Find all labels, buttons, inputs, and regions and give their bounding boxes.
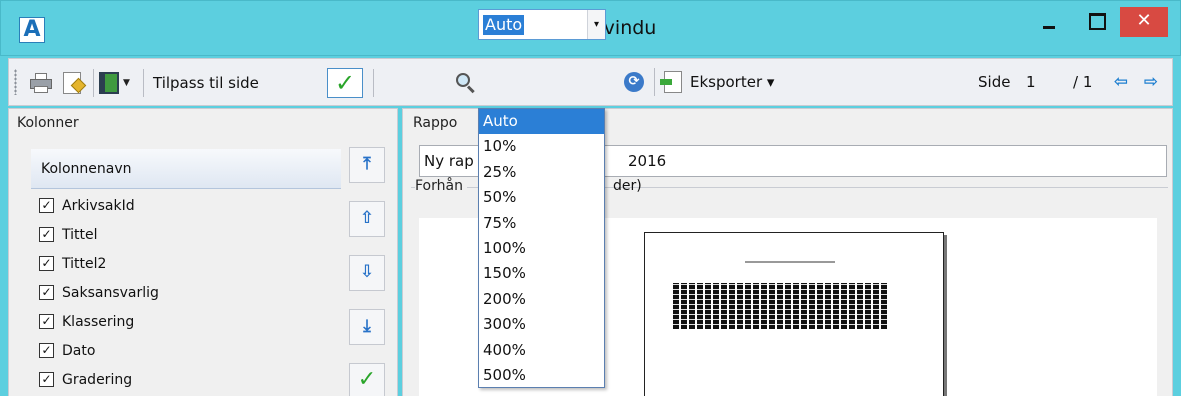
checkbox[interactable]: ✓	[39, 314, 54, 329]
report-name-prefix: Ny rap	[424, 152, 474, 170]
column-list-header[interactable]: Kolonnenavn	[31, 149, 341, 189]
refresh-button[interactable]: ⟳	[624, 67, 650, 97]
list-item-label: Saksansvarlig	[62, 284, 159, 301]
list-item[interactable]: ✓ Tittel	[39, 220, 339, 249]
toolbar-separator	[143, 69, 144, 97]
layout-dropdown-button[interactable]: ▼	[99, 68, 139, 98]
fit-to-page-label: Tilpass til side	[153, 74, 259, 92]
zoom-option[interactable]: 400%	[479, 338, 604, 363]
zoom-option[interactable]: 10%	[479, 134, 604, 159]
zoom-value[interactable]: Auto	[483, 15, 525, 35]
columns-panel: Kolonner Kolonnenavn ✓ ArkivsakId ✓ Tittel…	[8, 108, 398, 396]
zoom-option[interactable]: 50%	[479, 185, 604, 210]
zoom-option[interactable]: 25%	[479, 160, 604, 185]
zoom-option[interactable]: 75%	[479, 211, 604, 236]
list-item-label: Klassering	[62, 313, 135, 330]
zoom-combobox[interactable]: Auto ▾	[478, 9, 606, 40]
zoom-option[interactable]: 100%	[479, 236, 604, 261]
preview-page-title	[745, 261, 835, 263]
toolbar-separator	[373, 69, 374, 97]
fit-to-page-toggle[interactable]: ✓	[327, 68, 363, 98]
zoom-button[interactable]	[455, 68, 481, 98]
list-item-label: Gradering	[62, 371, 133, 388]
zoom-option[interactable]: 150%	[479, 261, 604, 286]
zoom-dropdown-list: Auto 10% 25% 50% 75% 100% 150% 200% 300%…	[478, 108, 605, 388]
list-item[interactable]: ✓ Tittel2	[39, 249, 339, 278]
chevron-down-icon[interactable]: ▾	[587, 10, 605, 39]
printer-icon	[29, 73, 53, 93]
list-item-label: Tittel	[62, 226, 98, 243]
list-item-label: Dato	[62, 342, 96, 359]
magnifier-icon	[455, 73, 475, 94]
checkbox[interactable]: ✓	[39, 343, 54, 358]
list-item[interactable]: ✓ Dato	[39, 336, 339, 365]
minimize-button[interactable]	[1026, 7, 1072, 37]
page-number-input[interactable]: 1	[1026, 67, 1066, 97]
report-group-label: Rappo	[413, 115, 462, 131]
export-icon	[660, 71, 682, 93]
preview-group-label: Forhån	[415, 178, 467, 194]
zoom-option[interactable]: Auto	[479, 109, 604, 135]
toolbar-separator	[93, 69, 94, 97]
checkbox[interactable]: ✓	[39, 227, 54, 242]
apply-columns-button[interactable]: ✓	[349, 363, 385, 396]
move-down-button[interactable]: ⇩	[349, 255, 385, 291]
checkbox[interactable]: ✓	[39, 372, 54, 387]
list-item-label: Tittel2	[62, 255, 107, 272]
page-setup-icon	[63, 72, 81, 94]
prev-page-button[interactable]: ⇦	[1110, 67, 1132, 97]
move-bottom-button[interactable]: ⤓	[349, 309, 385, 345]
close-button[interactable]: ✕	[1120, 7, 1168, 37]
refresh-icon: ⟳	[624, 72, 644, 92]
list-item[interactable]: ✓ Saksansvarlig	[39, 278, 339, 307]
preview-group-label-suffix: der)	[613, 178, 642, 194]
toolbar: ▼ Tilpass til side ✓	[8, 58, 1173, 106]
column-list: ✓ ArkivsakId ✓ Tittel ✓ Tittel2 ✓ Saksansvar…	[39, 191, 339, 394]
chevron-down-icon: ▼	[123, 78, 130, 88]
zoom-option[interactable]: 300%	[479, 312, 604, 337]
move-top-button[interactable]: ⤒	[349, 147, 385, 183]
checkbox[interactable]: ✓	[39, 256, 54, 271]
preview-page	[644, 232, 944, 396]
zoom-option[interactable]: 200%	[479, 287, 604, 312]
checkbox[interactable]: ✓	[39, 198, 54, 213]
list-item[interactable]: ✓ Gradering	[39, 365, 339, 394]
export-label: Eksporter ▾	[690, 73, 775, 91]
page-setup-button[interactable]	[63, 68, 89, 98]
columns-group-label: Kolonner	[17, 115, 83, 131]
list-item[interactable]: ✓ Klassering	[39, 307, 339, 336]
move-up-button[interactable]: ⇧	[349, 201, 385, 237]
layout-icon	[99, 72, 119, 94]
print-button[interactable]	[29, 68, 59, 98]
preview-table	[673, 283, 889, 329]
list-item[interactable]: ✓ ArkivsakId	[39, 191, 339, 220]
maximize-button[interactable]	[1073, 7, 1119, 37]
toolbar-grip[interactable]	[14, 69, 17, 95]
next-page-button[interactable]: ⇨	[1140, 67, 1162, 97]
export-button[interactable]: Eksporter ▾	[660, 67, 775, 97]
checkbox[interactable]: ✓	[39, 285, 54, 300]
zoom-option[interactable]: 500%	[479, 363, 604, 388]
list-item-label: ArkivsakId	[62, 197, 135, 214]
report-name-year: 2016	[628, 152, 667, 170]
